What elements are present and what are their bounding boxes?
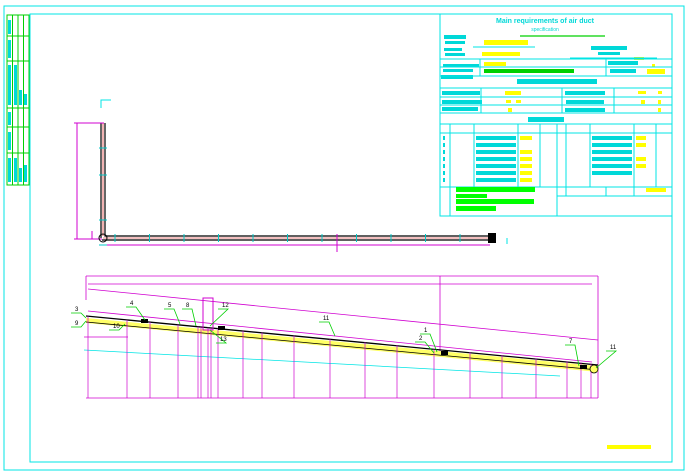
table-cell (443, 171, 445, 175)
table-cell (520, 164, 532, 168)
table-cell (520, 150, 532, 154)
table-cell (520, 136, 532, 140)
callout-number: 10 (113, 324, 120, 330)
table-cell (636, 164, 646, 168)
leader-line (319, 321, 336, 337)
table-cell (520, 171, 532, 175)
table-cell (636, 136, 646, 140)
table-cell (592, 150, 632, 154)
title-block: Main requirements of air duct specificat… (439, 13, 673, 217)
table-cell (592, 143, 632, 147)
table-cell (443, 164, 445, 168)
leader-line (182, 308, 197, 327)
callout-number: 12 (222, 303, 229, 309)
leader-line (71, 312, 87, 319)
profile-view: 394105 8 12131112 711 (71, 275, 618, 399)
cad-drawing: Main requirements of air duct specificat… (3, 5, 685, 471)
table-cell (520, 178, 532, 182)
table-cell (443, 136, 445, 140)
title-text: Main requirements of air duct (496, 18, 595, 25)
leader-line (71, 320, 87, 328)
table-cell (476, 143, 516, 147)
table-cell (476, 150, 516, 154)
flange-marks (99, 147, 461, 246)
leader-line (595, 350, 618, 369)
table-cell (443, 143, 445, 147)
table-cell (476, 164, 516, 168)
parts-table-rows (443, 136, 646, 182)
callout-number: 5 (168, 303, 172, 309)
table-cell (476, 136, 516, 140)
callout-number: 11 (610, 345, 617, 351)
table-cell (520, 157, 532, 161)
plan-view (74, 99, 508, 252)
callouts: 394105 8 12131112 711 (71, 301, 618, 369)
callout-number: 3 (75, 307, 79, 313)
table-cell (592, 136, 632, 140)
table-cell (592, 171, 632, 175)
notes-highlights (456, 187, 535, 211)
table-cell (443, 178, 445, 182)
table-cell (476, 157, 516, 161)
callout-number: 13 (220, 337, 227, 343)
stamp-bar (607, 445, 651, 449)
callout-number: 2 (419, 336, 423, 342)
subtitle-text: specification (531, 27, 559, 33)
table-cell (636, 143, 646, 147)
callout-number: 9 (75, 321, 79, 327)
callout-number: 11 (323, 316, 330, 322)
table-cell (443, 150, 445, 154)
table-cell (636, 157, 646, 161)
table-cell (476, 171, 516, 175)
callout-number: 8 (186, 303, 190, 309)
leader-line (126, 306, 146, 321)
table-cell (443, 157, 445, 161)
table-cell (476, 178, 516, 182)
table-cell (592, 164, 632, 168)
callout-number: 1 (424, 328, 428, 334)
callout-number: 7 (569, 339, 573, 345)
leader-line (164, 308, 181, 325)
table-cell (592, 157, 632, 161)
callout-number: 4 (130, 301, 134, 307)
